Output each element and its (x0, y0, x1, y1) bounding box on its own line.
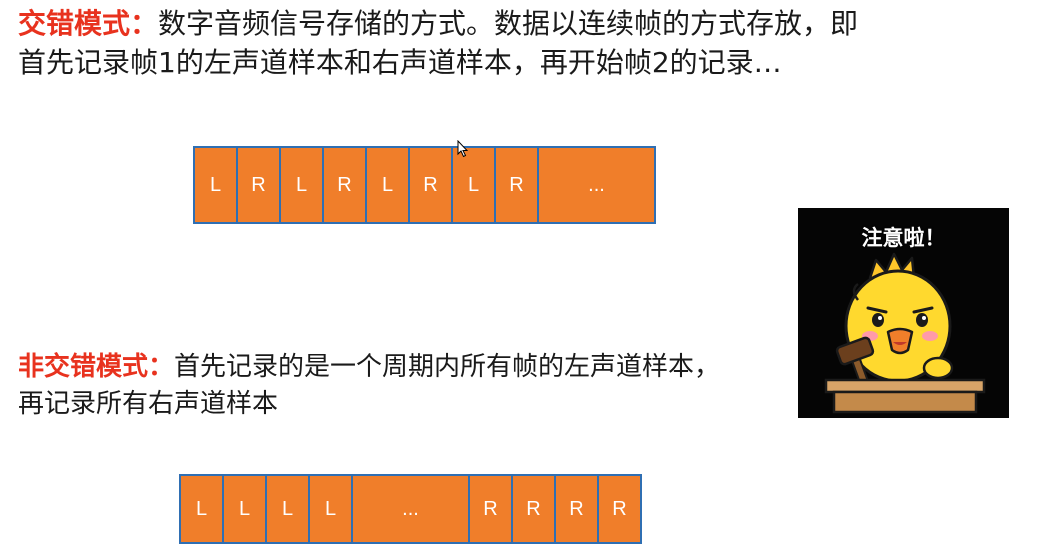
interleaved-cell: L (367, 148, 408, 222)
interleaved-cell: R (324, 148, 365, 222)
non-interleaved-cell: R (599, 476, 640, 542)
interleaved-paragraph: 交错模式：数字音频信号存储的方式。数据以连续帧的方式存放，即首先记录帧1的左声道… (18, 4, 878, 82)
interleaved-cell: R (410, 148, 451, 222)
non-interleaved-cell: L (310, 476, 351, 542)
interleaved-ellipsis-cell: ... (539, 148, 654, 222)
interleaved-cell: R (238, 148, 279, 222)
attention-sticker: 注意啦！ (798, 208, 1009, 418)
non-interleaved-cell: L (224, 476, 265, 542)
non-interleaved-cell: R (470, 476, 511, 542)
non-interleaved-cell: R (556, 476, 597, 542)
non-interleaved-term: 非交错模式： (18, 352, 175, 382)
interleaved-frame-strip: L R L R L R L R ... (193, 146, 656, 224)
non-interleaved-frame-strip: L L L L ... R R R R (179, 474, 642, 544)
non-interleaved-cell: R (513, 476, 554, 542)
interleaved-cell: L (453, 148, 494, 222)
non-interleaved-cell: L (267, 476, 308, 542)
non-interleaved-paragraph: 非交错模式：首先记录的是一个周期内所有帧的左声道样本，再记录所有右声道样本 (18, 349, 738, 423)
chick-judge-gavel-icon (824, 252, 986, 414)
non-interleaved-ellipsis-cell: ... (353, 476, 468, 542)
interleaved-cell: L (195, 148, 236, 222)
interleaved-term: 交错模式： (18, 7, 159, 40)
interleaved-cell: R (496, 148, 537, 222)
interleaved-cell: L (281, 148, 322, 222)
mouse-cursor-icon (457, 140, 469, 158)
non-interleaved-cell: L (181, 476, 222, 542)
